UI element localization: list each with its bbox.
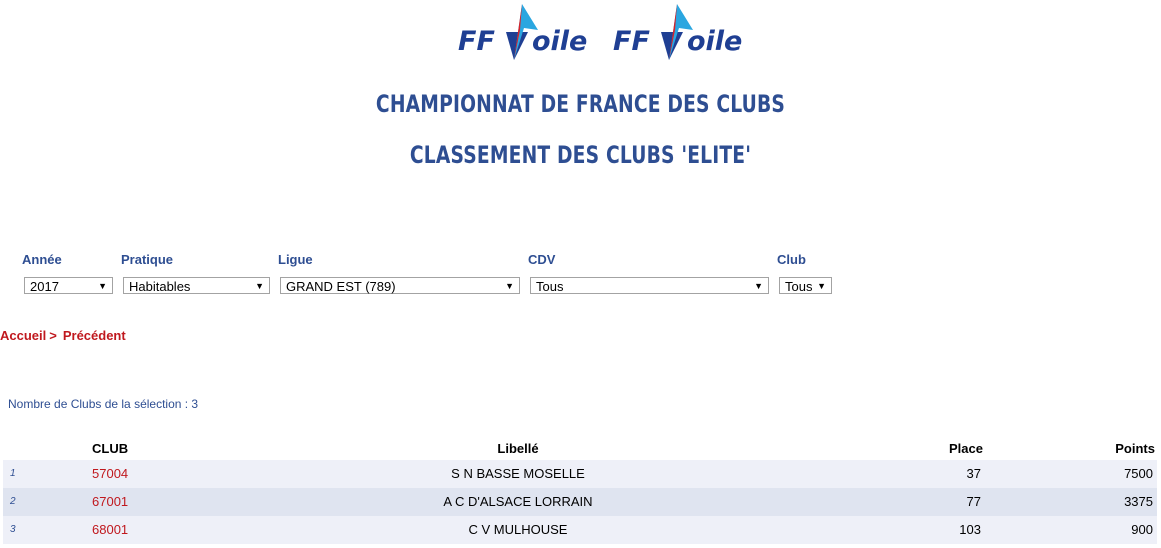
club-libelle: S N BASSE MOSELLE [451,466,585,481]
dropdown-arrow-icon: ▼ [98,281,107,291]
club-select[interactable]: Tous ▼ [779,277,832,294]
filter-label-pratique: Pratique [121,252,174,267]
annee-select[interactable]: 2017 ▼ [24,277,113,294]
filter-label-cdv: CDV [528,252,556,267]
breadcrumb-separator: > [49,328,57,343]
pratique-select[interactable]: Habitables ▼ [123,277,270,294]
club-libelle: C V MULHOUSE [468,522,568,537]
club-points: 7500 [1124,466,1153,481]
cdv-value: Tous [536,279,564,294]
club-place: 77 [966,494,981,509]
svg-text:FF: FF [458,26,495,57]
col-header-libelle: Libellé [497,441,539,456]
svg-text:oile: oile [687,26,742,57]
pratique-value: Habitables [129,279,191,294]
table-row: 3 68001 C V MULHOUSE 103 900 [3,516,1157,544]
ffvoile-logo: FF oile [611,2,751,64]
ligue-select[interactable]: GRAND EST (789) ▼ [280,277,520,294]
col-header-place: Place [949,441,983,456]
dropdown-arrow-icon: ▼ [817,281,826,291]
annee-value: 2017 [30,279,59,294]
club-place: 103 [959,522,981,537]
ligue-value: GRAND EST (789) [286,279,396,294]
svg-text:oile: oile [532,26,587,57]
logo-bar: FF oile FF oile [0,2,1161,64]
club-libelle: A C D'ALSACE LORRAIN [443,494,593,509]
filter-label-club: Club [777,252,806,267]
club-points: 3375 [1124,494,1153,509]
ffvoile-logo: FF oile [456,2,596,64]
dropdown-arrow-icon: ▼ [505,281,514,291]
club-place: 37 [966,466,981,481]
svg-text:FF: FF [613,26,650,57]
filter-label-annee: Année [22,252,62,267]
table-row: 2 67001 A C D'ALSACE LORRAIN 77 3375 [3,488,1157,516]
club-points: 900 [1131,522,1153,537]
breadcrumb-previous-link[interactable]: Précédent [63,328,126,343]
page-title: CHAMPIONNAT DE FRANCE DES CLUBS [375,90,786,118]
dropdown-arrow-icon: ▼ [754,281,763,291]
page-subtitle: CLASSEMENT DES CLUBS 'ELITE' [409,141,752,169]
cdv-select[interactable]: Tous ▼ [530,277,769,294]
club-value: Tous [785,279,813,294]
breadcrumb: Accueil > Précédent [0,328,126,343]
dropdown-arrow-icon: ▼ [255,281,264,291]
table-row: 1 57004 S N BASSE MOSELLE 37 7500 [3,460,1157,488]
col-header-points: Points [1115,441,1155,456]
breadcrumb-home-link[interactable]: Accueil [0,328,46,343]
filter-label-ligue: Ligue [278,252,313,267]
club-count-text: Nombre de Clubs de la sélection : 3 [8,397,199,411]
